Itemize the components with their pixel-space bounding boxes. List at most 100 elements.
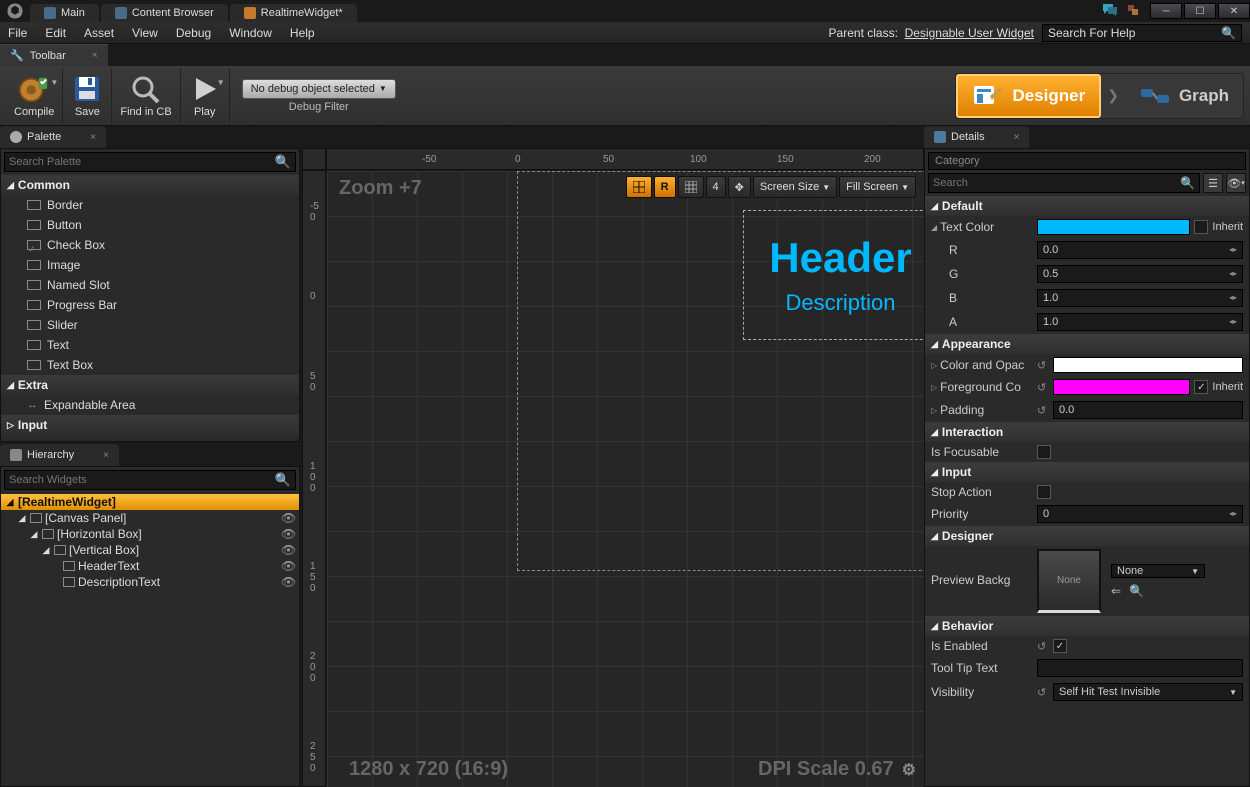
section-appearance[interactable]: ◢Appearance bbox=[925, 334, 1249, 354]
hierarchy-desctext[interactable]: DescriptionText👁 bbox=[1, 574, 299, 590]
palette-item-image[interactable]: Image bbox=[1, 255, 299, 275]
vp-move-tool[interactable]: ✥ bbox=[728, 176, 751, 198]
reset-icon[interactable]: ↺ bbox=[1037, 381, 1047, 394]
maximize-button[interactable]: ☐ bbox=[1184, 3, 1216, 19]
r-input[interactable]: 0.0◂▸ bbox=[1037, 241, 1243, 259]
g-input[interactable]: 0.5◂▸ bbox=[1037, 265, 1243, 283]
category-input[interactable]: Category bbox=[928, 152, 1246, 170]
palette-cat-common[interactable]: ◢Common bbox=[1, 175, 299, 195]
search-help-input[interactable]: Search For Help🔍 bbox=[1042, 24, 1242, 42]
preview-asset-select[interactable]: None▼ bbox=[1111, 564, 1205, 578]
vp-grid-toggle[interactable] bbox=[626, 176, 652, 198]
details-search[interactable]: 🔍 bbox=[928, 173, 1200, 193]
chat-icon[interactable] bbox=[1102, 3, 1118, 19]
vp-screensize[interactable]: Screen Size▼ bbox=[753, 176, 837, 198]
palette-item-checkbox[interactable]: Check Box bbox=[1, 235, 299, 255]
section-designer[interactable]: ◢Designer bbox=[925, 526, 1249, 546]
menu-file[interactable]: File bbox=[8, 26, 27, 40]
a-input[interactable]: 1.0◂▸ bbox=[1037, 313, 1243, 331]
palette-item-namedslot[interactable]: Named Slot bbox=[1, 275, 299, 295]
vp-fillscreen[interactable]: Fill Screen▼ bbox=[839, 176, 916, 198]
app-logo[interactable] bbox=[0, 0, 30, 22]
section-interaction[interactable]: ◢Interaction bbox=[925, 422, 1249, 442]
section-default[interactable]: ◢Default bbox=[925, 196, 1249, 216]
details-tab[interactable]: Details× bbox=[924, 126, 1029, 148]
inherit-checkbox[interactable] bbox=[1194, 220, 1208, 234]
eye-icon[interactable]: 👁 bbox=[281, 543, 295, 557]
browse-icon[interactable]: 🔍 bbox=[1129, 584, 1144, 598]
toolbar-tab[interactable]: 🔧 Toolbar × bbox=[0, 44, 108, 66]
viewport[interactable]: -50 0 50 100 150 200 -50 0 50 100 150 20… bbox=[300, 126, 924, 787]
hierarchy-tab[interactable]: Hierarchy× bbox=[0, 444, 119, 466]
hierarchy-canvas[interactable]: ◢[Canvas Panel]👁 bbox=[1, 510, 299, 526]
is-focusable-checkbox[interactable] bbox=[1037, 445, 1051, 459]
palette-item-button[interactable]: Button bbox=[1, 215, 299, 235]
doc-tab-widget[interactable]: RealtimeWidget* bbox=[230, 4, 357, 22]
visibility-select[interactable]: Self Hit Test Invisible▼ bbox=[1053, 683, 1243, 701]
hierarchy-hbox[interactable]: ◢[Horizontal Box]👁 bbox=[1, 526, 299, 542]
play-button[interactable]: Play▼ bbox=[181, 68, 230, 124]
reset-icon[interactable]: ↺ bbox=[1037, 359, 1047, 372]
eye-icon[interactable]: 👁 bbox=[281, 575, 295, 589]
palette-item-progressbar[interactable]: Progress Bar bbox=[1, 295, 299, 315]
menu-help[interactable]: Help bbox=[290, 26, 315, 40]
menu-asset[interactable]: Asset bbox=[84, 26, 114, 40]
designer-mode-button[interactable]: Designer bbox=[956, 74, 1101, 118]
header-text[interactable]: Header bbox=[769, 234, 911, 282]
is-enabled-checkbox[interactable]: ✓ bbox=[1053, 639, 1067, 653]
palette-item-border[interactable]: Border bbox=[1, 195, 299, 215]
menu-debug[interactable]: Debug bbox=[176, 26, 211, 40]
section-input[interactable]: ◢Input bbox=[925, 462, 1249, 482]
color-opac-swatch[interactable] bbox=[1053, 357, 1243, 373]
compile-button[interactable]: Compile▼ bbox=[6, 68, 63, 124]
eye-icon[interactable]: 👁 bbox=[281, 511, 295, 525]
vp-r-button[interactable]: R bbox=[654, 176, 676, 198]
stop-action-checkbox[interactable] bbox=[1037, 485, 1051, 499]
menu-edit[interactable]: Edit bbox=[45, 26, 66, 40]
palette-item-text[interactable]: Text bbox=[1, 335, 299, 355]
reset-icon[interactable]: ↺ bbox=[1037, 404, 1047, 417]
doc-tab-main[interactable]: Main bbox=[30, 4, 99, 22]
description-text[interactable]: Description bbox=[785, 290, 895, 316]
padding-input[interactable]: 0.0 bbox=[1053, 401, 1243, 419]
tab-close-icon[interactable]: × bbox=[92, 50, 98, 61]
use-selected-icon[interactable]: ⇐ bbox=[1111, 584, 1121, 598]
eye-icon[interactable]: 👁 bbox=[281, 559, 295, 573]
palette-search[interactable]: 🔍 bbox=[4, 152, 296, 172]
hierarchy-root[interactable]: ◢[RealtimeWidget] bbox=[1, 494, 299, 510]
vp-grid-snap[interactable] bbox=[678, 176, 704, 198]
text-color-swatch[interactable] bbox=[1037, 219, 1190, 235]
view-options-button[interactable]: ☰ bbox=[1203, 173, 1223, 193]
vp-snap-value[interactable]: 4 bbox=[706, 176, 726, 198]
reset-icon[interactable]: ↺ bbox=[1037, 686, 1047, 699]
minimize-button[interactable]: ─ bbox=[1150, 3, 1182, 19]
eye-dropdown-button[interactable]: 👁▾ bbox=[1226, 173, 1246, 193]
close-button[interactable]: ✕ bbox=[1218, 3, 1250, 19]
tab-close-icon[interactable]: × bbox=[103, 450, 109, 461]
hierarchy-vbox[interactable]: ◢[Vertical Box]👁 bbox=[1, 542, 299, 558]
eye-icon[interactable]: 👁 bbox=[281, 527, 295, 541]
graph-mode-button[interactable]: Graph bbox=[1125, 76, 1243, 116]
source-control-icon[interactable] bbox=[1126, 3, 1142, 19]
section-behavior[interactable]: ◢Behavior bbox=[925, 616, 1249, 636]
hierarchy-headertext[interactable]: HeaderText👁 bbox=[1, 558, 299, 574]
palette-cat-input[interactable]: ▷Input bbox=[1, 415, 299, 435]
palette-item-expandable[interactable]: ↔Expandable Area bbox=[1, 395, 299, 415]
menu-window[interactable]: Window bbox=[229, 26, 272, 40]
priority-input[interactable]: 0◂▸ bbox=[1037, 505, 1243, 523]
palette-item-textbox[interactable]: Text Box bbox=[1, 355, 299, 375]
tooltip-input[interactable] bbox=[1037, 659, 1243, 677]
tab-close-icon[interactable]: × bbox=[90, 132, 96, 143]
palette-cat-extra[interactable]: ◢Extra bbox=[1, 375, 299, 395]
doc-tab-content-browser[interactable]: Content Browser bbox=[101, 4, 228, 22]
find-in-cb-button[interactable]: Find in CB bbox=[112, 68, 180, 124]
debug-object-select[interactable]: No debug object selected▼ bbox=[242, 79, 396, 99]
parent-class-link[interactable]: Designable User Widget bbox=[905, 26, 1034, 40]
hierarchy-search[interactable]: 🔍 bbox=[4, 470, 296, 490]
foreground-swatch[interactable] bbox=[1053, 379, 1190, 395]
palette-tab[interactable]: Palette× bbox=[0, 126, 106, 148]
preview-thumbnail[interactable]: None bbox=[1037, 549, 1101, 613]
reset-icon[interactable]: ↺ bbox=[1037, 640, 1047, 653]
save-button[interactable]: Save bbox=[63, 68, 112, 124]
selection-box[interactable]: Header Description bbox=[743, 210, 924, 340]
